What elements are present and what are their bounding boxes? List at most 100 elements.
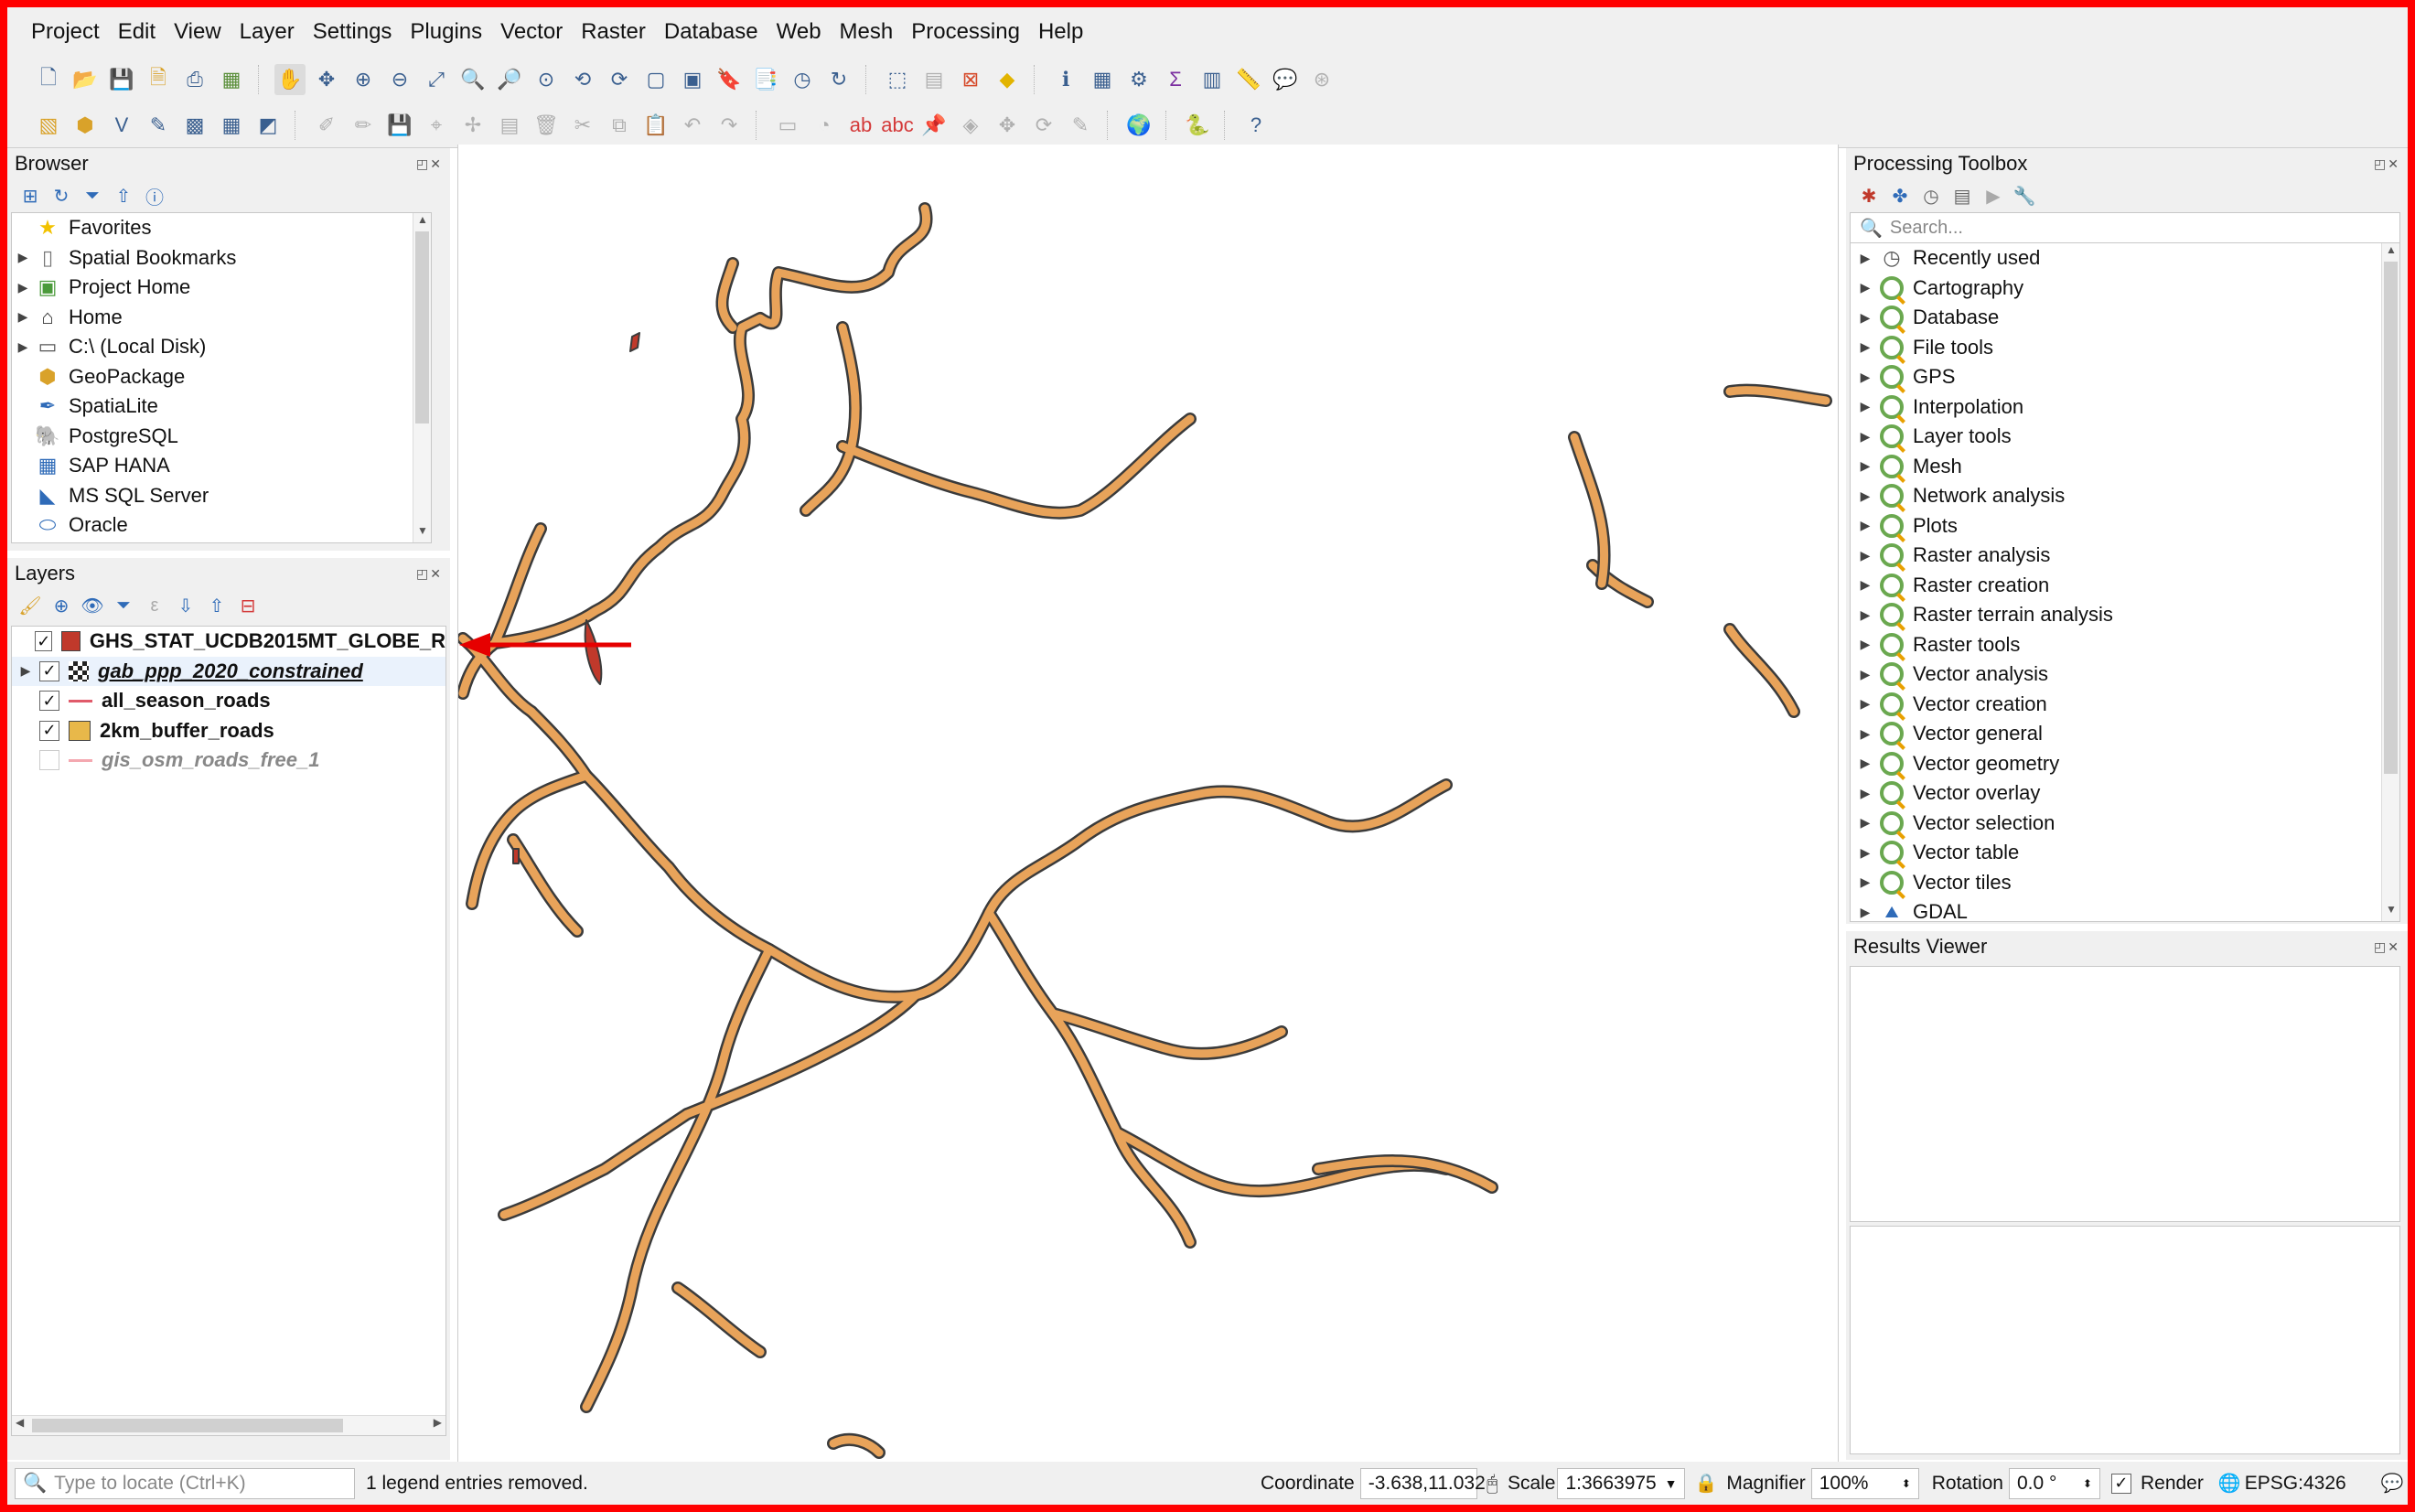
browser-item[interactable]: ▶ ▭ C:\ (Local Disk)	[12, 332, 431, 362]
toolbox-provider-item[interactable]: ▶ ⛰ GDAL	[1851, 897, 2399, 921]
toolbox-provider-item[interactable]: ▶ Interpolation	[1851, 392, 2399, 423]
expand-arrow-icon[interactable]: ▶	[1851, 786, 1880, 801]
browser-item[interactable]: ▦ SAP HANA	[12, 451, 431, 481]
layer-item[interactable]: ✓ 2km_buffer_roads	[12, 716, 445, 746]
expand-arrow-icon[interactable]: ▶	[12, 339, 34, 355]
toolbox-search-input[interactable]: 🔍 Search...	[1850, 212, 2400, 243]
panel-window-controls[interactable]: ◰✕	[416, 156, 443, 172]
add-wms-icon[interactable]: ◩	[252, 110, 284, 141]
add-delimited-text-icon[interactable]: ✎	[143, 110, 174, 141]
toolbox-provider-item[interactable]: ▶ Vector table	[1851, 838, 2399, 868]
magnifier-field[interactable]: 100% ⬍	[1810, 1467, 1919, 1499]
paste-features-icon[interactable]: 📋	[640, 110, 671, 141]
processing-toolbox-icon[interactable]: ⚙	[1123, 64, 1154, 95]
toolbox-provider-item[interactable]: ▶ Raster terrain analysis	[1851, 600, 2399, 630]
menu-raster[interactable]: Raster	[572, 19, 655, 45]
rotate-label-icon[interactable]: ⟳	[1028, 110, 1059, 141]
digitize-icon[interactable]: ⌖	[421, 110, 452, 141]
toolbox-provider-item[interactable]: ▶ ◷ Recently used	[1851, 243, 2399, 273]
menu-plugins[interactable]: Plugins	[401, 19, 491, 45]
collapse-all-icon[interactable]: ⇧	[205, 595, 229, 617]
zoom-full-icon[interactable]: ⤢	[421, 64, 452, 95]
browser-item[interactable]: 🌐WMS/WMTS	[12, 541, 431, 543]
undo-icon[interactable]: ↶	[677, 110, 708, 141]
temporal-controller-icon[interactable]: ◷	[787, 64, 818, 95]
zoom-out-icon[interactable]: ⊖	[384, 64, 415, 95]
toolbox-provider-item[interactable]: ▶ Vector creation	[1851, 690, 2399, 720]
expand-arrow-icon[interactable]: ▶	[12, 250, 34, 265]
expand-arrow-icon[interactable]: ▶	[1851, 339, 1880, 355]
layer-visibility-checkbox[interactable]: ✓	[39, 720, 59, 741]
new-bookmark-icon[interactable]: 🔖	[714, 64, 745, 95]
expand-all-icon[interactable]: ⇩	[174, 595, 198, 617]
browser-item[interactable]: ▶ ▣ Project Home	[12, 273, 431, 303]
expand-arrow-icon[interactable]: ▶	[1851, 726, 1880, 742]
new-geopackage-icon[interactable]: ⬢	[70, 110, 101, 141]
history-icon[interactable]: ◷	[1919, 185, 1943, 208]
deselect-icon[interactable]: ⊠	[955, 64, 986, 95]
extents-toggle-icon[interactable]: 🖰	[1487, 1472, 1498, 1496]
scale-field[interactable]: 1:3663975 ▼	[1557, 1467, 1686, 1499]
modify-attributes-icon[interactable]: ▤	[494, 110, 525, 141]
menu-vector[interactable]: Vector	[491, 19, 572, 45]
manage-themes-icon[interactable]: 👁	[80, 595, 104, 617]
menu-mesh[interactable]: Mesh	[831, 19, 903, 45]
map-tips-icon[interactable]: 💬	[1270, 64, 1301, 95]
add-raster-icon[interactable]: ▦	[216, 110, 247, 141]
menu-view[interactable]: View	[165, 19, 231, 45]
zoom-in-icon[interactable]: ⊕	[348, 64, 379, 95]
new-3d-map-icon[interactable]: ▣	[677, 64, 708, 95]
add-vector-icon[interactable]: V	[106, 110, 137, 141]
filter-legend-icon[interactable]: ⏷	[112, 595, 135, 617]
expand-arrow-icon[interactable]: ▶	[1851, 696, 1880, 712]
toggle-editing-icon[interactable]: ✏	[348, 110, 379, 141]
expand-arrow-icon[interactable]: ▶	[1851, 310, 1880, 326]
toolbox-provider-item[interactable]: ▶ File tools	[1851, 333, 2399, 363]
measure-icon[interactable]: 📏	[1233, 64, 1264, 95]
expand-arrow-icon[interactable]: ▶	[1851, 370, 1880, 385]
toolbox-provider-item[interactable]: ▶ Vector general	[1851, 719, 2399, 749]
expand-arrow-icon[interactable]: ▶	[1851, 815, 1880, 831]
statistics-icon[interactable]: Σ	[1160, 64, 1191, 95]
layers-hscrollbar[interactable]: ◀ ▶	[12, 1415, 445, 1435]
expand-arrow-icon[interactable]: ▶	[1851, 874, 1880, 890]
crs-icon[interactable]: 🌐	[2218, 1472, 2241, 1495]
expand-arrow-icon[interactable]: ▶	[1851, 251, 1880, 266]
delete-selected-icon[interactable]: 🗑	[531, 110, 562, 141]
zoom-layer-icon[interactable]: 🔎	[494, 64, 525, 95]
remove-layer-icon[interactable]: ⊟	[236, 595, 260, 617]
toolbox-provider-item[interactable]: ▶ GPS	[1851, 362, 2399, 392]
results-viewer-icon[interactable]: ▤	[1950, 185, 1974, 208]
expand-arrow-icon[interactable]: ▶	[1851, 548, 1880, 563]
python-console-icon[interactable]: 🐍	[1182, 110, 1213, 141]
vertex-tool-icon[interactable]: ✢	[457, 110, 488, 141]
filter-expression-icon[interactable]: ε	[143, 595, 166, 617]
expand-arrow-icon[interactable]: ▶	[1851, 518, 1880, 533]
new-project-icon[interactable]: 🗋	[33, 64, 64, 95]
toolbox-provider-item[interactable]: ▶ Database	[1851, 303, 2399, 333]
expand-arrow-icon[interactable]: ▶	[1851, 607, 1880, 623]
expand-arrow-icon[interactable]: ▶	[1851, 488, 1880, 504]
pin-labels-icon[interactable]: 📌	[918, 110, 950, 141]
crs-label[interactable]: EPSG:4326	[2245, 1473, 2346, 1495]
toolbox-provider-item[interactable]: ▶ Network analysis	[1851, 481, 2399, 511]
layer-item[interactable]: ✓ all_season_roads	[12, 686, 445, 716]
collapse-all-icon[interactable]: ⇧	[112, 185, 135, 208]
browser-item[interactable]: ✒ SpatiaLite	[12, 391, 431, 422]
expand-arrow-icon[interactable]: ▶	[12, 309, 34, 325]
browser-item[interactable]: ⬭ Oracle	[12, 510, 431, 541]
copy-features-icon[interactable]: ⧉	[604, 110, 635, 141]
layer-visibility-checkbox[interactable]: ✓	[39, 691, 59, 712]
add-layer-icon[interactable]: ⊞	[18, 185, 42, 208]
toolbox-provider-item[interactable]: ▶ Plots	[1851, 511, 2399, 542]
current-edits-icon[interactable]: ✐	[311, 110, 342, 141]
layer-visibility-checkbox[interactable]	[39, 750, 59, 771]
messages-icon[interactable]: 💬	[2381, 1472, 2404, 1495]
menu-settings[interactable]: Settings	[304, 19, 402, 45]
help-icon[interactable]: ?	[1240, 110, 1272, 141]
select-features-icon[interactable]: ⬚	[882, 64, 913, 95]
browser-item[interactable]: ◣ MS SQL Server	[12, 481, 431, 511]
expand-arrow-icon[interactable]: ▶	[1851, 637, 1880, 652]
save-project-icon[interactable]: 💾	[106, 64, 137, 95]
browser-item[interactable]: ⬢ GeoPackage	[12, 362, 431, 392]
